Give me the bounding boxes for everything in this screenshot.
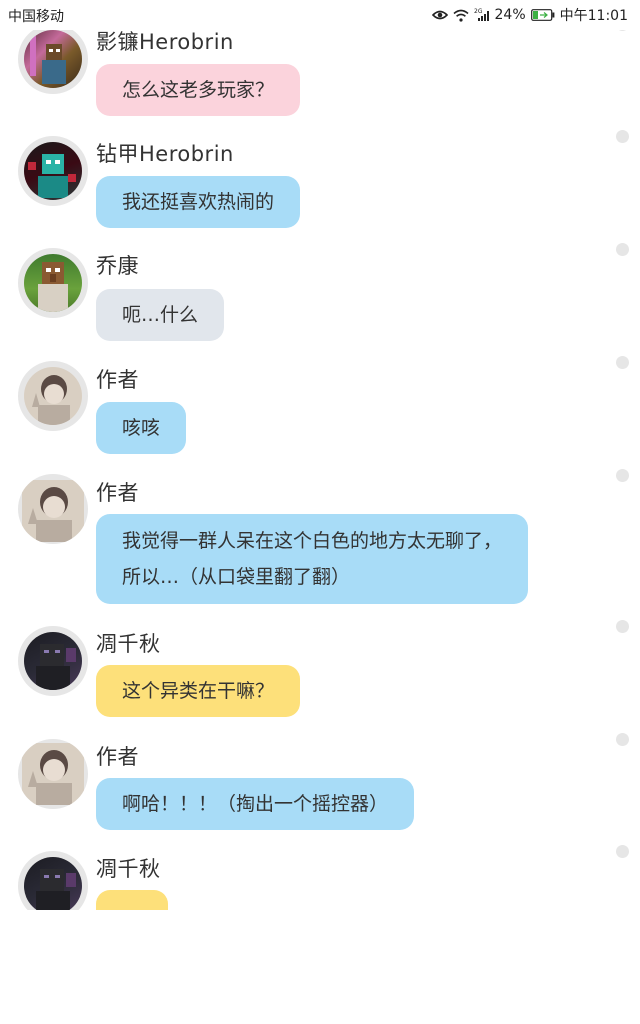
read-indicator xyxy=(616,356,629,369)
carrier-label: 中国移动 xyxy=(8,9,64,25)
avatar[interactable] xyxy=(18,361,88,431)
read-indicator xyxy=(616,243,629,256)
message-bubble[interactable]: 我还挺喜欢热闹的 xyxy=(96,176,301,228)
herobrine-diamond-avatar xyxy=(24,142,82,200)
avatar[interactable] xyxy=(18,248,88,318)
message-bubble[interactable] xyxy=(96,890,168,910)
status-icons: 2G 24% 中午11:01 xyxy=(431,5,628,25)
message-line: 我觉得一群人呆在这个白色的地方太无聊了， xyxy=(122,530,503,552)
herobrine-pink-avatar xyxy=(24,30,82,88)
clock: 中午11:01 xyxy=(559,8,628,24)
wifi-icon xyxy=(452,9,469,22)
avatar[interactable] xyxy=(18,851,88,910)
sender-name: 影镰Herobrin xyxy=(96,30,234,54)
eye-icon xyxy=(431,9,448,21)
status-bar: 中国移动 2G 24% 中午11:01 xyxy=(0,0,640,30)
sender-name: 凋千秋 xyxy=(96,857,161,881)
villager-avatar xyxy=(24,254,82,312)
wither-avatar xyxy=(24,857,82,910)
wither-avatar xyxy=(24,632,82,690)
message-bubble[interactable]: 啊哈！！！（掏出一个摇控器） xyxy=(96,778,415,830)
read-indicator xyxy=(616,469,629,482)
signal-icon: 2G xyxy=(474,8,490,22)
sender-name: 作者 xyxy=(96,481,139,505)
avatar[interactable] xyxy=(18,626,88,696)
author-avatar xyxy=(24,367,82,425)
avatar[interactable] xyxy=(18,739,88,809)
network-label: 2G xyxy=(474,8,483,15)
sender-name: 作者 xyxy=(96,368,139,392)
chat-list[interactable]: 影镰Herobrin 怎么这老多玩家？ 钻甲Herobrin 我还挺喜欢热闹的 … xyxy=(0,0,640,910)
message-bubble[interactable]: 咳咳 xyxy=(96,402,187,454)
message-bubble[interactable]: 这个异类在干嘛？ xyxy=(96,665,301,717)
message-bubble[interactable]: 怎么这老多玩家？ xyxy=(96,64,301,116)
read-indicator xyxy=(616,733,629,746)
sender-name: 凋千秋 xyxy=(96,632,161,656)
sender-name: 作者 xyxy=(96,745,139,769)
read-indicator xyxy=(616,620,629,633)
sender-name: 乔康 xyxy=(96,254,139,278)
battery-icon xyxy=(530,9,555,21)
read-indicator xyxy=(616,845,629,858)
message-bubble[interactable]: 我觉得一群人呆在这个白色的地方太无聊了， 所以…（从口袋里翻了翻） xyxy=(96,514,529,604)
avatar[interactable] xyxy=(18,136,88,206)
sender-name: 钻甲Herobrin xyxy=(96,142,234,166)
avatar[interactable] xyxy=(18,24,88,94)
message-bubble[interactable]: 呃…什么 xyxy=(96,289,225,341)
avatar[interactable] xyxy=(18,474,88,544)
author-avatar xyxy=(22,743,84,805)
author-avatar xyxy=(22,480,84,542)
message-line: 所以…（从口袋里翻了翻） xyxy=(122,566,351,588)
read-indicator xyxy=(616,130,629,143)
battery-percent: 24% xyxy=(494,7,526,23)
